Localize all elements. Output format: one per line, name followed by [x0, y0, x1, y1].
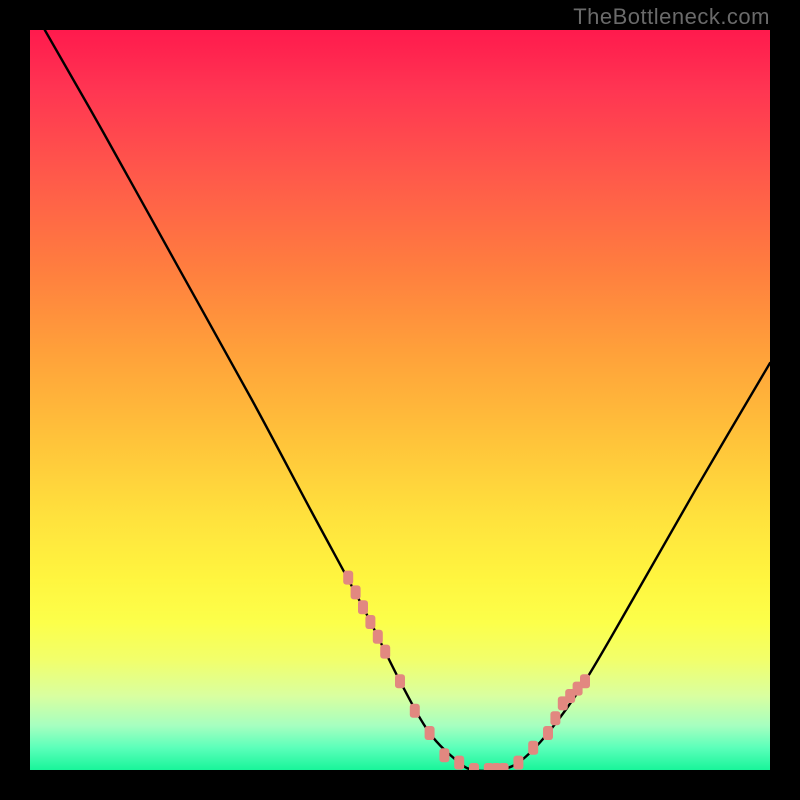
- data-marker: [425, 726, 435, 740]
- data-marker: [395, 674, 405, 688]
- data-marker: [469, 763, 479, 770]
- data-marker: [358, 600, 368, 614]
- data-marker: [499, 763, 509, 770]
- chart-frame: TheBottleneck.com: [0, 0, 800, 800]
- right-branch-markers: [528, 674, 590, 755]
- data-marker: [410, 704, 420, 718]
- data-marker: [454, 756, 464, 770]
- curve-layer: [30, 30, 770, 770]
- data-marker: [513, 756, 523, 770]
- plot-area: [30, 30, 770, 770]
- data-marker: [365, 615, 375, 629]
- data-marker: [550, 711, 560, 725]
- data-marker: [543, 726, 553, 740]
- data-marker: [351, 585, 361, 599]
- data-marker: [528, 741, 538, 755]
- data-marker: [380, 645, 390, 659]
- data-marker: [373, 630, 383, 644]
- data-marker: [580, 674, 590, 688]
- bottleneck-curve: [45, 30, 770, 770]
- data-marker: [439, 748, 449, 762]
- attribution-text: TheBottleneck.com: [573, 4, 770, 30]
- data-marker: [343, 571, 353, 585]
